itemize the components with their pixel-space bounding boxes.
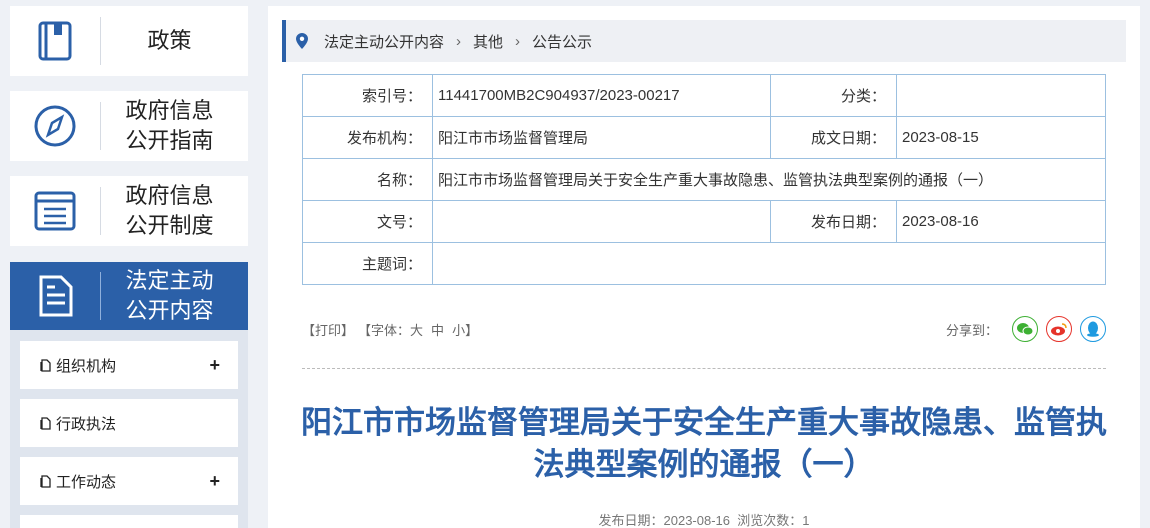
list-doc-icon (10, 176, 100, 246)
sidebar: 政策 政府信息 公开指南 政府信息 公开制度 法定主动 公开内容 组织机构 + … (0, 0, 258, 528)
expand-icon[interactable]: + (209, 355, 220, 376)
name-label: 名称： (302, 158, 433, 201)
article-toolbar: 【打印】 【字体： 大 中 小】 分享到： (302, 316, 1106, 342)
name-value: 阳江市市场监督管理局关于安全生产重大事故隐患、监管执法典型案例的通报（一） (432, 158, 1106, 201)
submenu-item-news[interactable]: 工作动态 + (20, 457, 238, 505)
font-medium-button[interactable]: 中 (431, 320, 444, 339)
metadata-table: 索引号： 11441700MB2C904937/2023-00217 分类： 发… (302, 74, 1106, 285)
submenu-item-enforcement[interactable]: 行政执法 (20, 399, 238, 447)
written-date-label: 成文日期： (770, 116, 897, 159)
qq-share-button[interactable] (1080, 316, 1106, 342)
expand-icon[interactable]: + (209, 471, 220, 492)
nav-statutory-content[interactable]: 法定主动 公开内容 (10, 262, 248, 330)
breadcrumb-link[interactable]: 其他 (473, 31, 503, 52)
category-value (896, 74, 1106, 117)
wechat-icon (1017, 323, 1033, 336)
chevron-right-icon: › (456, 32, 462, 50)
share-bar: 分享到： (946, 316, 1106, 342)
share-label: 分享到： (945, 322, 998, 338)
breadcrumb-link[interactable]: 公告公示 (532, 31, 592, 52)
publisher-label: 发布机构： (302, 116, 433, 159)
article-title: 阳江市市场监督管理局关于安全生产重大事故隐患、监管执法典型案例的通报（一） (301, 405, 1107, 482)
index-value: 11441700MB2C904937/2023-00217 (432, 74, 771, 117)
file-icon (40, 474, 51, 488)
nav-policy[interactable]: 政策 (10, 6, 248, 76)
nav-label: 政府信息 公开指南 (125, 98, 214, 153)
file-icon (40, 358, 51, 372)
weibo-share-button[interactable] (1046, 316, 1072, 342)
location-pin-icon (296, 33, 308, 49)
print-button[interactable]: 【打印】 (302, 320, 354, 339)
doc-no-label: 文号： (302, 200, 433, 243)
written-date-value: 2023-08-15 (896, 116, 1106, 159)
qq-icon (1087, 321, 1099, 337)
subject-value (432, 242, 1106, 285)
file-icon (40, 416, 51, 430)
article-info: 发布日期：2023-08-16 浏览次数：1 (598, 513, 810, 528)
chevron-right-icon: › (515, 32, 521, 50)
compass-icon (10, 91, 100, 161)
nav-system[interactable]: 政府信息 公开制度 (10, 176, 248, 246)
category-label: 分类： (770, 74, 897, 117)
wechat-share-button[interactable] (1012, 316, 1038, 342)
submenu-label: 工作动态 (56, 473, 117, 491)
nav-label: 法定主动 公开内容 (125, 268, 214, 323)
font-large-button[interactable]: 大 (410, 320, 423, 339)
subject-label: 主题词： (302, 242, 433, 285)
submenu-item-organization[interactable]: 组织机构 + (20, 341, 238, 389)
font-small-button[interactable]: 小】 (452, 320, 478, 339)
breadcrumb: 法定主动公开内容 › 其他 › 公告公示 (282, 20, 1126, 62)
publish-date-label: 发布日期： (770, 200, 897, 243)
divider (302, 368, 1106, 369)
publish-date-value: 2023-08-16 (896, 200, 1106, 243)
submenu-label: 行政执法 (56, 415, 117, 433)
nav-label: 政府信息 公开制度 (125, 183, 214, 238)
publisher-value: 阳江市市场监督管理局 (432, 116, 771, 159)
nav-label: 政策 (147, 28, 192, 53)
submenu-item-partial[interactable] (20, 515, 238, 528)
document-icon (10, 262, 100, 330)
submenu-label: 组织机构 (56, 357, 117, 375)
index-label: 索引号： (302, 74, 433, 117)
nav-guide[interactable]: 政府信息 公开指南 (10, 91, 248, 161)
breadcrumb-link[interactable]: 法定主动公开内容 (324, 31, 444, 52)
font-size-label: 【字体： (358, 322, 411, 338)
weibo-icon (1051, 323, 1067, 336)
book-icon (10, 6, 100, 76)
doc-no-value (432, 200, 771, 243)
main-panel: 法定主动公开内容 › 其他 › 公告公示 索引号： 11441700MB2C90… (268, 6, 1140, 528)
